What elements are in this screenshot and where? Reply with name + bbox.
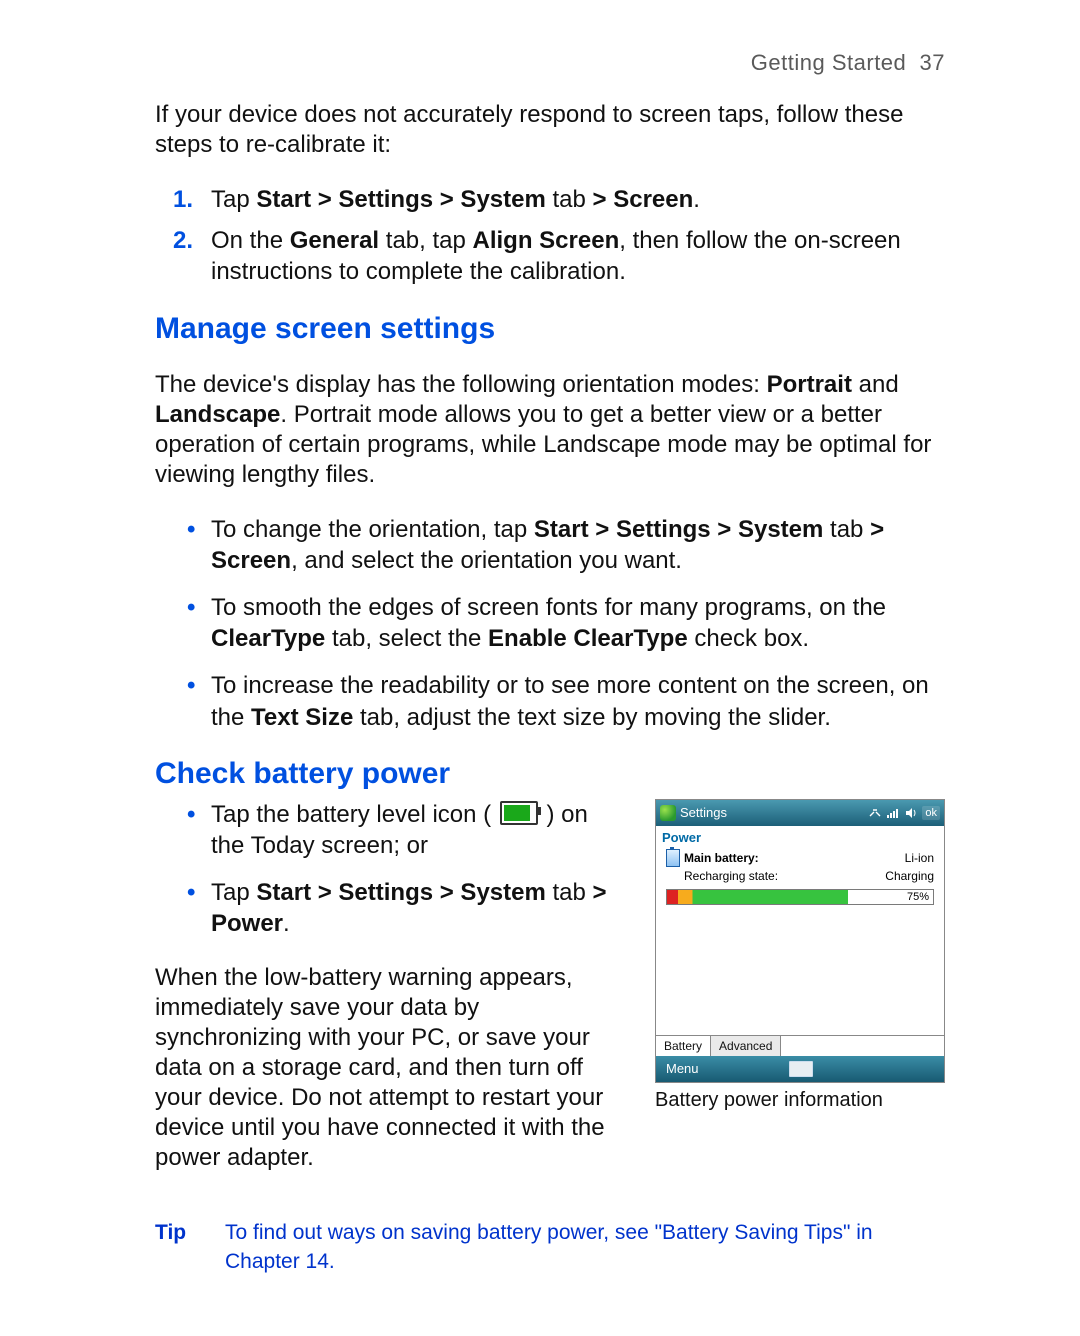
manage-paragraph: The device's display has the following o…: [155, 370, 945, 490]
running-head: Getting Started 37: [155, 50, 945, 76]
intro-paragraph: If your device does not accurately respo…: [155, 100, 945, 160]
wm-softbar: Menu: [656, 1056, 944, 1082]
tab-advanced[interactable]: Advanced: [711, 1036, 781, 1056]
battery-row: Tap the battery level icon ( ) on the To…: [155, 799, 945, 1198]
step-number: 2.: [173, 225, 193, 256]
battery-progress-fill: [667, 890, 848, 904]
battery-left-column: Tap the battery level icon ( ) on the To…: [155, 799, 627, 1198]
bullet-orientation: To change the orientation, tap Start > S…: [211, 514, 945, 576]
section-name: Getting Started: [751, 50, 906, 75]
start-icon[interactable]: [660, 805, 676, 821]
tab-battery[interactable]: Battery: [656, 1036, 711, 1056]
step-1: 1. Tap Start > Settings > System tab > S…: [211, 184, 945, 215]
manual-page: Getting Started 37 If your device does n…: [0, 0, 1080, 1336]
battery-percent: 75%: [907, 891, 933, 903]
recalibrate-steps: 1. Tap Start > Settings > System tab > S…: [155, 184, 945, 288]
bullet-textsize: To increase the readability or to see mo…: [211, 670, 945, 732]
ok-button[interactable]: ok: [922, 806, 940, 820]
main-battery-type: Li-ion: [905, 851, 934, 865]
softkey-menu[interactable]: Menu: [656, 1061, 699, 1076]
battery-icon: [500, 801, 538, 825]
battery-progress: 75%: [666, 889, 934, 905]
battery-warning-para: When the low-battery warning appears, im…: [155, 963, 627, 1173]
step-number: 1.: [173, 184, 193, 215]
battery-small-icon: [666, 849, 680, 867]
step-2: 2. On the General tab, tap Align Screen,…: [211, 225, 945, 287]
tip-row: Tip To find out ways on saving battery p…: [155, 1219, 945, 1276]
tip-label: Tip: [155, 1219, 225, 1276]
bullet-battery-icon: Tap the battery level icon ( ) on the To…: [211, 799, 627, 861]
bullet-battery-path: Tap Start > Settings > System tab > Powe…: [211, 877, 627, 939]
recharge-label: Recharging state:: [684, 869, 885, 883]
manage-bullets: To change the orientation, tap Start > S…: [155, 514, 945, 733]
wm-titlebar: Settings ok: [656, 800, 944, 826]
bullet-cleartype: To smooth the edges of screen fonts for …: [211, 592, 945, 654]
power-screenshot: Settings ok Power: [655, 799, 945, 1083]
wm-heading: Power: [656, 826, 944, 847]
heading-manage-screen: Manage screen settings: [155, 312, 945, 346]
battery-figure: Settings ok Power: [655, 799, 945, 1112]
wm-tabs: Battery Advanced: [656, 1035, 944, 1056]
wm-title: Settings: [680, 805, 727, 820]
main-battery-label: Main battery:: [684, 851, 905, 865]
wm-body: Main battery: Li-ion Recharging state: C…: [656, 847, 944, 1035]
heading-check-battery: Check battery power: [155, 757, 945, 791]
keyboard-icon[interactable]: [789, 1061, 813, 1077]
figure-caption: Battery power information: [655, 1089, 945, 1112]
volume-icon[interactable]: [904, 806, 918, 820]
tip-text: To find out ways on saving battery power…: [225, 1219, 945, 1276]
recharge-value: Charging: [885, 869, 934, 883]
connectivity-icon[interactable]: [868, 806, 882, 820]
signal-icon[interactable]: [886, 806, 900, 820]
page-number: 37: [920, 50, 945, 75]
battery-bullets: Tap the battery level icon ( ) on the To…: [155, 799, 627, 940]
